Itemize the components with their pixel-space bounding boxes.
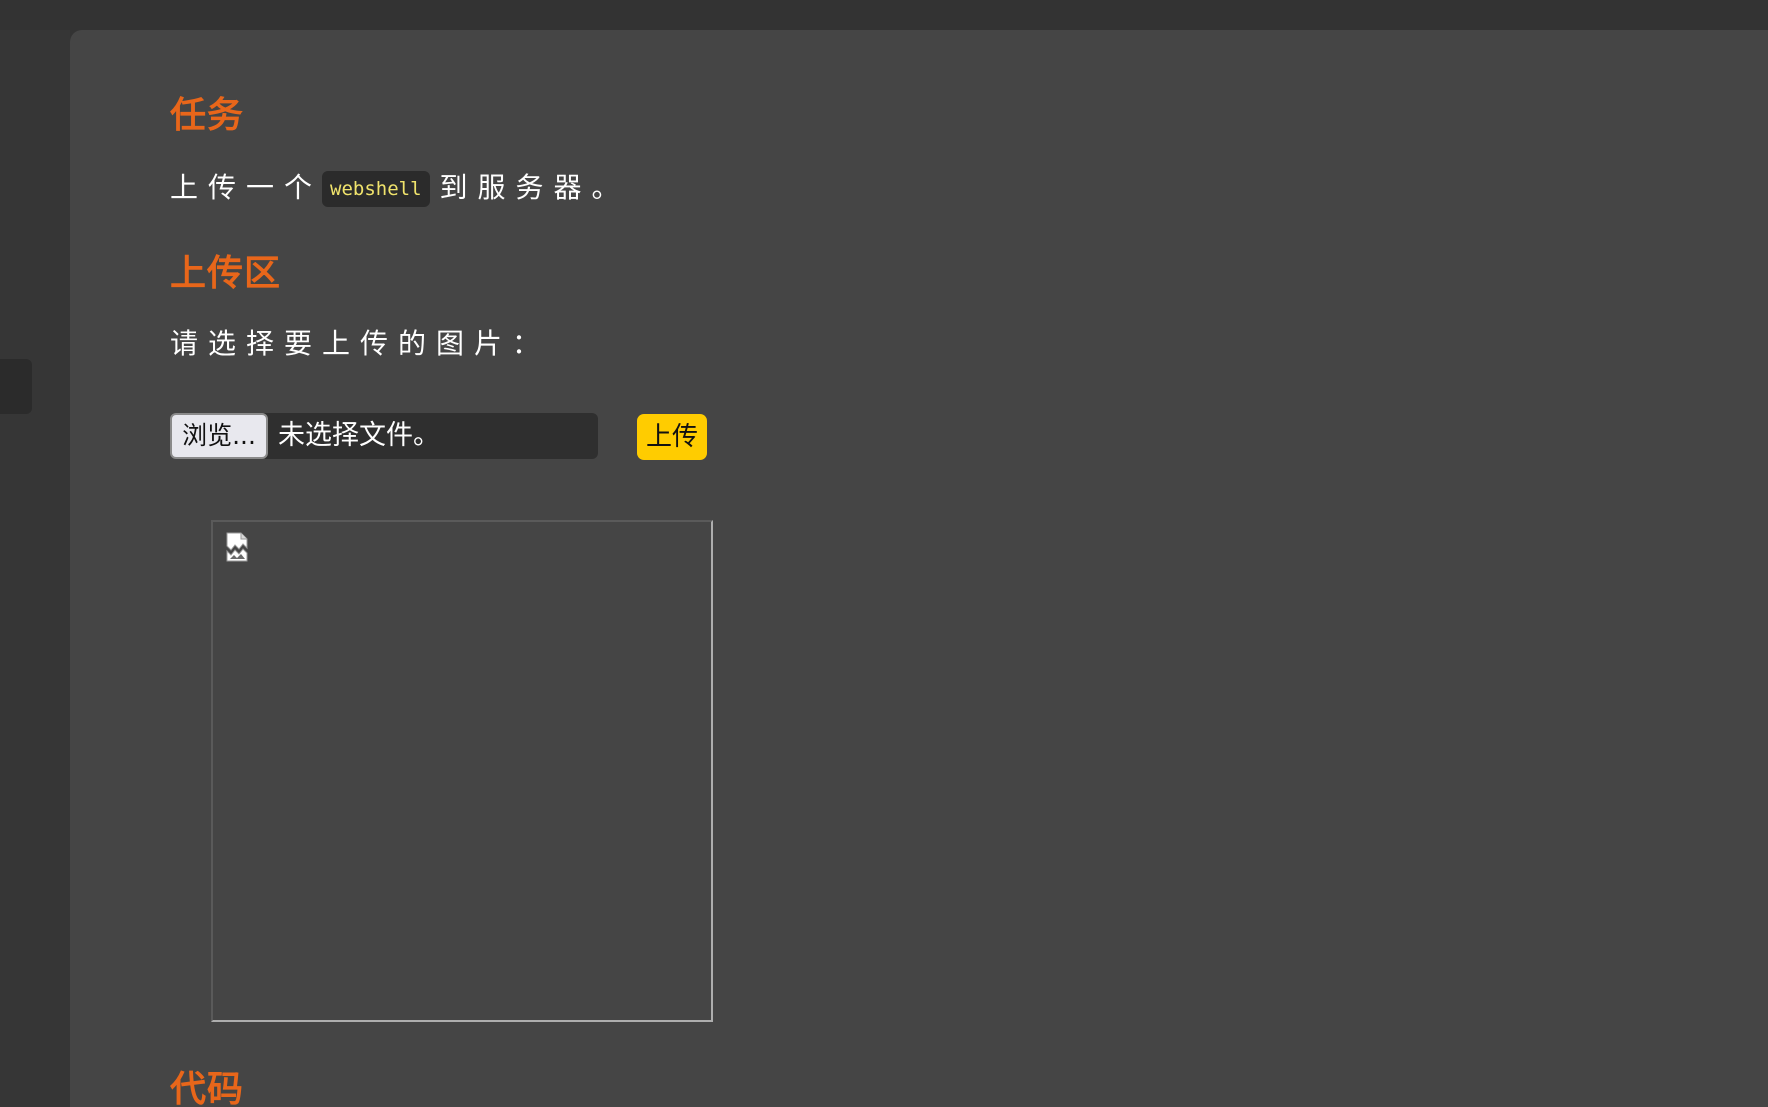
broken-image-icon	[226, 532, 248, 562]
webshell-code: webshell	[322, 171, 430, 207]
page: 任务 上传一个 webshell 到服务器。 上传区 请选择要上传的图片： 浏览..…	[0, 0, 1768, 1107]
sidebar-toggle-tab[interactable]	[0, 359, 32, 414]
file-status: 未选择文件。	[278, 420, 440, 451]
main-panel: 任务 上传一个 webshell 到服务器。 上传区 请选择要上传的图片： 浏览..…	[70, 30, 1768, 1107]
upload-prompt: 请选择要上传的图片：	[170, 327, 551, 360]
image-preview	[211, 520, 713, 1022]
browse-button[interactable]: 浏览...	[170, 413, 268, 459]
code-heading: 代码	[170, 1069, 245, 1107]
task-description: 上传一个 webshell 到服务器。	[170, 168, 630, 208]
file-input[interactable]: 浏览... 未选择文件。	[170, 413, 598, 459]
left-sidebar	[0, 30, 70, 1107]
upload-heading: 上传区	[170, 253, 282, 294]
task-text-before: 上传一个	[170, 171, 323, 204]
task-text-after: 到服务器。	[439, 171, 630, 204]
upload-button[interactable]: 上传	[637, 414, 707, 460]
task-heading: 任务	[170, 95, 245, 136]
